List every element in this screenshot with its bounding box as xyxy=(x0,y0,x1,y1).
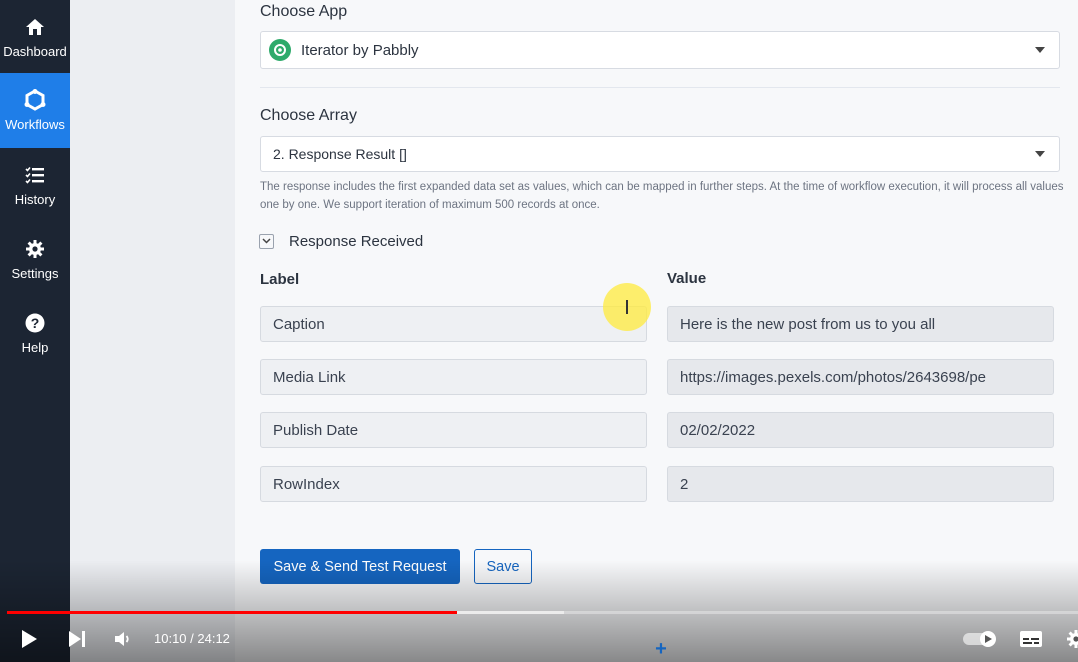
volume-button[interactable] xyxy=(114,630,132,653)
sidebar: Dashboard Workflows History Settings ? H… xyxy=(0,0,70,662)
sidebar-item-history[interactable]: History xyxy=(0,148,70,223)
history-icon xyxy=(24,164,46,186)
sidebar-item-label: Workflows xyxy=(5,117,65,132)
home-icon xyxy=(24,16,46,38)
autoplay-icon xyxy=(963,631,996,647)
play-icon xyxy=(22,630,37,648)
next-button[interactable] xyxy=(68,630,86,653)
sidebar-item-label: History xyxy=(14,192,56,207)
sidebar-item-help[interactable]: ? Help xyxy=(0,296,70,371)
volume-icon xyxy=(115,632,129,646)
label-field-media-link[interactable]: Media Link xyxy=(260,359,647,395)
play-button[interactable] xyxy=(20,629,38,654)
choose-array-label: Choose Array xyxy=(260,107,357,124)
sidebar-item-settings[interactable]: Settings xyxy=(0,222,70,297)
chevron-down-icon xyxy=(1035,151,1045,157)
chevron-down-icon xyxy=(259,233,274,249)
label-field-rowindex[interactable]: RowIndex xyxy=(260,466,647,502)
sidebar-item-label: Help xyxy=(21,340,49,355)
text-cursor-icon xyxy=(626,300,628,314)
choose-array-select[interactable]: 2. Response Result [] xyxy=(260,136,1060,172)
value-column-header: Value xyxy=(667,270,707,287)
gear-icon xyxy=(1067,630,1078,648)
sidebar-item-label: Dashboard xyxy=(3,44,67,59)
sidebar-item-label: Settings xyxy=(11,266,59,281)
add-step-icon[interactable]: + xyxy=(653,639,669,659)
autoplay-toggle[interactable] xyxy=(962,630,998,653)
subtitles-icon xyxy=(1020,631,1042,647)
value-field-rowindex[interactable]: 2 xyxy=(667,466,1054,502)
label-column-header: Label xyxy=(260,271,300,288)
iterator-app-icon xyxy=(269,39,291,61)
sidebar-item-workflows[interactable]: Workflows xyxy=(0,73,70,148)
sidebar-item-dashboard[interactable]: Dashboard xyxy=(0,0,70,75)
response-received-label: Response Received xyxy=(289,232,424,250)
divider xyxy=(260,87,1060,88)
value-field-caption[interactable]: Here is the new post from us to you all xyxy=(667,306,1054,342)
label-field-caption[interactable]: Caption xyxy=(260,306,647,342)
array-help-text: The response includes the first expanded… xyxy=(260,181,1064,211)
choose-app-select[interactable]: Iterator by Pabbly xyxy=(260,31,1060,69)
settings-button[interactable] xyxy=(1066,629,1078,649)
save-button[interactable]: Save xyxy=(474,549,532,584)
response-received-toggle[interactable]: Response Received xyxy=(259,231,423,251)
canvas-gutter xyxy=(70,0,235,662)
workflows-icon xyxy=(24,89,46,111)
progress-played xyxy=(7,611,457,614)
skip-next-icon xyxy=(69,631,85,647)
subtitles-button[interactable] xyxy=(1019,630,1043,653)
help-icon: ? xyxy=(24,312,46,334)
choose-app-label: Choose App xyxy=(260,3,348,20)
label-field-publish-date[interactable]: Publish Date xyxy=(260,412,647,448)
chevron-down-icon xyxy=(1035,47,1045,53)
value-field-publish-date[interactable]: 02/02/2022 xyxy=(667,412,1054,448)
choose-array-value: 2. Response Result [] xyxy=(273,146,407,162)
choose-app-value: Iterator by Pabbly xyxy=(301,41,419,59)
time-display: 10:10 / 24:12 xyxy=(154,631,230,646)
gear-icon xyxy=(24,238,46,260)
value-field-media-link[interactable]: https://images.pexels.com/photos/2643698… xyxy=(667,359,1054,395)
save-send-test-request-button[interactable]: Save & Send Test Request xyxy=(260,549,460,584)
svg-text:?: ? xyxy=(31,315,40,331)
